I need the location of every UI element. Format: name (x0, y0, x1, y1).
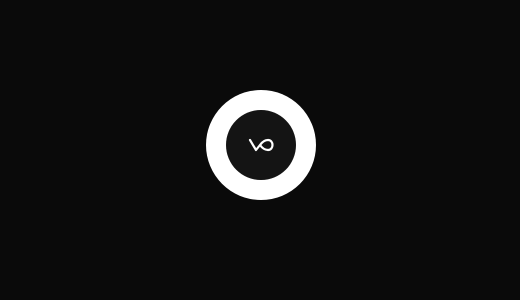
infinity-button[interactable] (206, 90, 316, 200)
infinity-icon (248, 137, 274, 153)
infinity-button-core (226, 110, 296, 180)
app-canvas (0, 0, 520, 300)
